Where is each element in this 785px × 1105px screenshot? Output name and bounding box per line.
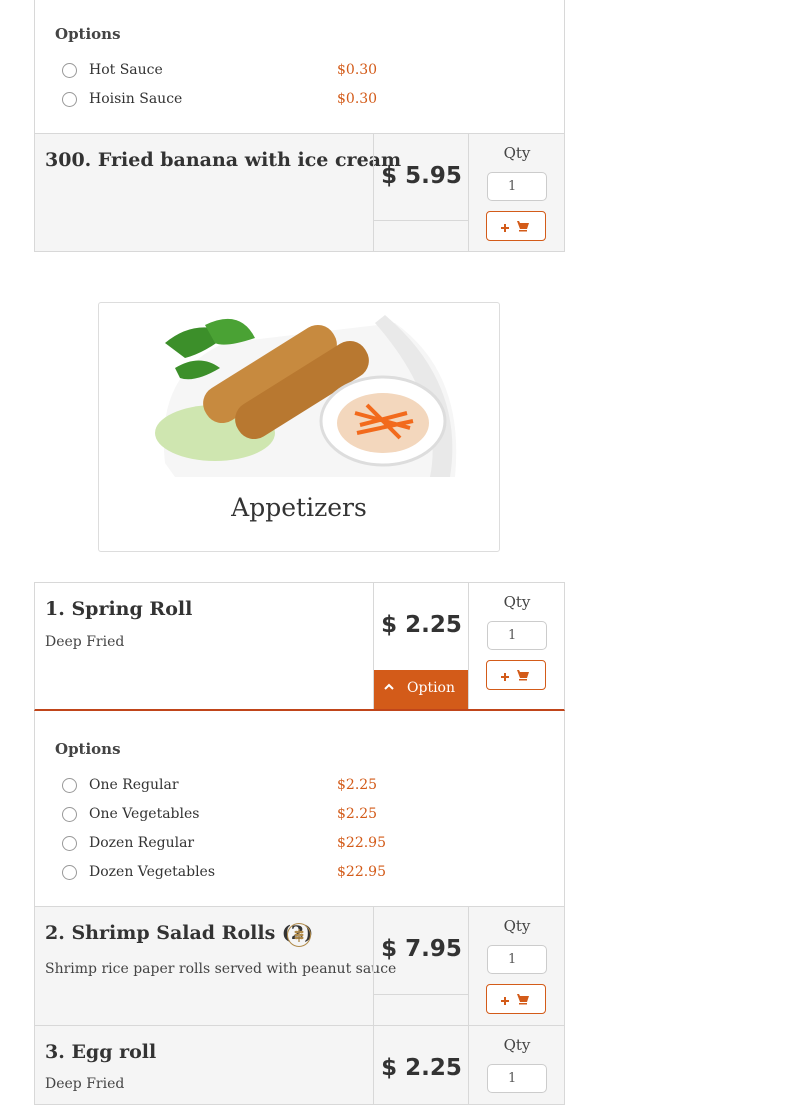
option-radio[interactable]	[62, 807, 77, 822]
option-price: $2.25	[337, 806, 378, 822]
option-radio[interactable]	[62, 865, 77, 880]
options-panel-top: Options Hot Sauce $0.30 Hoisin Sauce $0.…	[34, 0, 565, 134]
option-name: One Vegetables	[89, 806, 200, 822]
option-name: Hot Sauce	[89, 62, 163, 78]
item-name: 1. Spring Roll	[45, 598, 193, 620]
qty-label: Qty	[503, 593, 531, 611]
price-cell: $ 5.95	[373, 134, 468, 251]
option-row[interactable]: One Regular $2.25	[35, 777, 566, 807]
menu-item-1: 1. Spring Roll Deep Fried $ 2.25 Option …	[34, 582, 565, 711]
price-cell: $ 2.25 Option	[373, 583, 468, 709]
option-radio[interactable]	[62, 836, 77, 851]
add-to-cart-button[interactable]	[486, 984, 546, 1014]
price-cell: $ 2.25	[373, 1026, 468, 1104]
options-title: Options	[55, 740, 121, 758]
qty-input[interactable]: 1	[487, 945, 547, 974]
spring-roll-photo	[155, 315, 457, 477]
qty-cell: Qty 1	[468, 134, 564, 251]
add-to-cart-button[interactable]	[486, 211, 546, 241]
item-description: Deep Fried	[45, 634, 125, 650]
option-row[interactable]: Dozen Regular $22.95	[35, 835, 566, 865]
option-row[interactable]: Hoisin Sauce $0.30	[35, 91, 566, 121]
qty-input[interactable]: 1	[487, 172, 547, 201]
option-radio[interactable]	[62, 778, 77, 793]
qty-input[interactable]: 1	[487, 1064, 547, 1093]
option-row[interactable]: One Vegetables $2.25	[35, 806, 566, 836]
add-to-cart-button[interactable]	[486, 660, 546, 690]
item-price: $ 2.25	[381, 612, 462, 638]
plus-cart-icon	[501, 994, 529, 1005]
item-name: 3. Egg roll	[45, 1041, 157, 1063]
category-card[interactable]: Appetizers	[98, 302, 500, 552]
item-price: $ 5.95	[381, 163, 462, 189]
option-name: One Regular	[89, 777, 179, 793]
price-cell: $ 7.95	[373, 907, 468, 1025]
item-name: 2. Shrimp Salad Rolls (2)	[45, 922, 314, 944]
gluten-icon	[287, 923, 311, 947]
qty-input[interactable]: 1	[487, 621, 547, 650]
menu-item-2: 2. Shrimp Salad Rolls (2) Shrimp rice pa…	[34, 906, 565, 1026]
option-toggle-button[interactable]: Option	[374, 670, 468, 709]
divider	[374, 994, 468, 995]
option-name: Dozen Vegetables	[89, 864, 216, 880]
chevron-up-icon	[384, 683, 394, 690]
qty-label: Qty	[503, 144, 531, 162]
menu-item-300: 300. Fried banana with ice cream $ 5.95 …	[34, 133, 565, 252]
category-name: Appetizers	[231, 493, 367, 522]
options-panel: Options One Regular $2.25 One Vegetables…	[34, 711, 565, 908]
item-name: 300. Fried banana with ice cream	[45, 149, 402, 171]
qty-label: Qty	[503, 1036, 531, 1054]
option-price: $0.30	[337, 91, 378, 107]
divider	[374, 220, 468, 221]
item-price: $ 7.95	[381, 936, 462, 962]
item-price: $ 2.25	[381, 1055, 462, 1081]
option-row[interactable]: Dozen Vegetables $22.95	[35, 864, 566, 894]
option-price: $22.95	[337, 864, 386, 880]
option-name: Hoisin Sauce	[89, 91, 183, 107]
menu-item-3: 3. Egg roll Deep Fried $ 2.25 Qty 1	[34, 1025, 565, 1105]
qty-cell: Qty 1	[468, 907, 564, 1025]
option-row[interactable]: Hot Sauce $0.30	[35, 62, 566, 92]
qty-cell: Qty 1	[468, 1026, 564, 1104]
plus-cart-icon	[501, 221, 529, 232]
option-price: $0.30	[337, 62, 378, 78]
option-price: $22.95	[337, 835, 386, 851]
option-button-label: Option	[407, 680, 455, 696]
options-title: Options	[55, 25, 121, 43]
option-name: Dozen Regular	[89, 835, 195, 851]
option-price: $2.25	[337, 777, 378, 793]
qty-label: Qty	[503, 917, 531, 935]
item-description: Shrimp rice paper rolls served with pean…	[45, 961, 397, 977]
option-radio[interactable]	[62, 63, 77, 78]
option-radio[interactable]	[62, 92, 77, 107]
qty-cell: Qty 1	[468, 583, 564, 709]
plus-cart-icon	[501, 670, 529, 681]
